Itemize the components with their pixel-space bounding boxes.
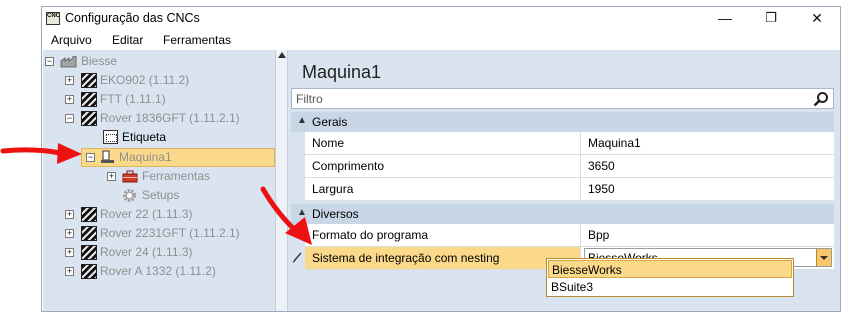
menu-arquivo[interactable]: Arquivo [51,33,92,47]
property-key: Nome [305,132,581,154]
tree-label: Setups [142,188,180,202]
machine-tree: − Biesse + EKO902 (1.11.2) + FTT (1.11.1… [43,50,275,311]
menu-ferramentas[interactable]: Ferramentas [163,33,231,47]
machine-icon [81,111,97,126]
filter-placeholder: Filtro [296,92,323,106]
cnc-app-icon: CNC [46,12,60,25]
menu-bar: Arquivo Editar Ferramentas [42,30,840,50]
tree-label: Ferramentas [142,169,211,183]
property-row-largura[interactable]: Largura 1950 [305,178,834,201]
machine-icon [81,92,97,107]
window-title: Configuração das CNCs [65,11,200,25]
collapse-caret-icon[interactable]: ▲ [297,115,307,126]
scroll-up-icon[interactable] [278,52,286,58]
dropdown-options-list: BiesseWorks BSuite3 [546,258,794,297]
title-bar: CNC Configuração das CNCs — ❐ ✕ [42,7,840,30]
tree-label: Rover A 1332 (1.11.2) [100,264,216,278]
tree-label: EKO902 (1.11.2) [100,73,190,87]
property-row-comprimento[interactable]: Comprimento 3650 [305,155,834,178]
dropdown-option-bsuite3[interactable]: BSuite3 [548,278,792,296]
tree-label: Rover 2231GFT (1.11.2.1) [100,226,240,240]
property-value[interactable]: 3650 [588,155,615,177]
property-row-nome[interactable]: Nome Maquina1 [305,132,834,155]
property-value[interactable]: Maquina1 [588,132,641,154]
gear-icon [122,188,137,203]
property-key: Sistema de integração com nesting [305,247,581,269]
minimize-button[interactable]: — [702,7,748,30]
close-button[interactable]: ✕ [794,7,840,30]
expand-icon[interactable]: + [107,172,116,181]
property-value[interactable]: 1950 [588,178,615,200]
tree-item-rover-24[interactable]: + Rover 24 (1.11.3) [43,243,275,262]
edit-pencil-icon [292,251,303,263]
dropdown-option-biesseworks[interactable]: BiesseWorks [548,260,792,278]
expand-icon[interactable]: + [65,248,74,257]
tree-item-ftt[interactable]: + FTT (1.11.1) [43,90,275,109]
category-diversos[interactable]: ▲ Diversos [291,204,834,224]
category-label: Gerais [312,115,348,129]
tree-item-ferramentas[interactable]: + Ferramentas [43,167,275,186]
tree-label: Biesse [81,54,118,68]
expand-icon[interactable]: + [65,229,74,238]
toolbox-icon [122,170,138,183]
tree-root-biesse[interactable]: − Biesse [43,52,275,71]
tree-item-rover-22[interactable]: + Rover 22 (1.11.3) [43,205,275,224]
tree-item-eko902[interactable]: + EKO902 (1.11.2) [43,71,275,90]
category-gerais[interactable]: ▲ Gerais [291,112,834,132]
annotation-arrow-property [260,186,312,245]
machine-icon [81,207,97,222]
tree-label: Rover 22 (1.11.3) [100,207,193,221]
category-label: Diversos [312,207,359,221]
expand-icon[interactable]: + [65,76,74,85]
filter-input[interactable]: Filtro [291,88,834,109]
expand-icon[interactable]: + [65,267,74,276]
tree-item-setups[interactable]: Setups [43,186,275,205]
machine-icon [81,226,97,241]
machine-tool-icon [101,150,115,164]
tree-label: Rover 1836GFT (1.11.2.1) [100,111,240,125]
machine-icon [81,264,97,279]
property-key: Formato do programa [305,224,581,246]
search-icon[interactable] [813,91,829,107]
tree-item-rover-1836gft[interactable]: − Rover 1836GFT (1.11.2.1) [43,109,275,128]
property-key: Comprimento [305,155,581,177]
machine-icon [81,73,97,88]
label-icon [103,130,118,144]
collapse-icon[interactable]: − [65,114,74,123]
property-row-formato[interactable]: Formato do programa Bpp [305,224,834,247]
tree-label: Maquina1 [119,150,172,164]
collapse-icon[interactable]: − [45,57,54,66]
maximize-button[interactable]: ❐ [748,7,794,30]
property-value[interactable]: Bpp [588,224,609,246]
page-title: Maquina1 [302,62,382,82]
annotation-arrow-tree [0,143,82,164]
expand-icon[interactable]: + [65,95,74,104]
tree-item-rover-a-1332[interactable]: + Rover A 1332 (1.11.2) [43,262,275,281]
tree-label: Rover 24 (1.11.3) [100,245,193,259]
expand-icon[interactable]: + [65,210,74,219]
factory-icon [60,55,78,68]
property-key: Largura [305,178,581,200]
tree-scrollbar[interactable] [275,50,288,311]
chevron-down-icon[interactable] [816,249,831,266]
tree-label: FTT (1.11.1) [100,92,166,106]
tree-item-rover-2231gft[interactable]: + Rover 2231GFT (1.11.2.1) [43,224,275,243]
tree-label: Etiqueta [122,130,167,144]
machine-icon [81,245,97,260]
menu-editar[interactable]: Editar [112,33,143,47]
